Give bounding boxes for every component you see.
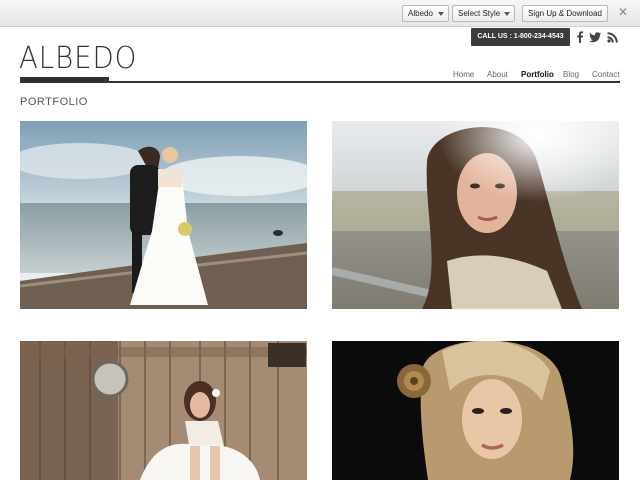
nav-item-blog[interactable]: Blog bbox=[563, 69, 579, 81]
nav-item-portfolio[interactable]: Portfolio bbox=[521, 69, 554, 81]
blonde-portrait-photo bbox=[332, 341, 619, 480]
style-select[interactable]: Select Style bbox=[452, 5, 515, 22]
barn-bride-photo bbox=[20, 341, 307, 480]
call-us-badge: CALL US : 1-800-234-4543 bbox=[471, 28, 570, 46]
portfolio-item-wedding-beach[interactable] bbox=[20, 121, 307, 309]
page-title: PORTFOLIO bbox=[20, 96, 88, 108]
demo-toolbar: Albedo Select Style Sign Up & Download ✕ bbox=[0, 0, 640, 27]
style-select-value: Select Style bbox=[458, 9, 501, 18]
facebook-icon[interactable] bbox=[573, 30, 587, 44]
header-divider bbox=[20, 81, 620, 83]
theme-select-value: Albedo bbox=[408, 9, 433, 18]
signup-download-button[interactable]: Sign Up & Download bbox=[522, 5, 608, 22]
nav-item-contact[interactable]: Contact bbox=[592, 69, 620, 81]
nav-item-about[interactable]: About bbox=[487, 69, 508, 81]
close-icon[interactable]: ✕ bbox=[616, 4, 630, 20]
theme-select[interactable]: Albedo bbox=[402, 5, 449, 22]
portfolio-item-sunlight-portrait[interactable] bbox=[332, 121, 619, 309]
site-logo[interactable]: ALBEDO bbox=[19, 42, 137, 76]
nav-item-home[interactable]: Home bbox=[453, 69, 474, 81]
chevron-down-icon bbox=[438, 12, 444, 16]
portfolio-item-barn-bride[interactable] bbox=[20, 341, 307, 480]
wedding-beach-photo bbox=[20, 121, 307, 309]
chevron-down-icon bbox=[504, 12, 510, 16]
sunlight-portrait-photo bbox=[332, 121, 619, 309]
portfolio-item-blonde-portrait[interactable] bbox=[332, 341, 619, 480]
twitter-icon[interactable] bbox=[588, 30, 602, 44]
rss-icon[interactable] bbox=[606, 30, 620, 44]
